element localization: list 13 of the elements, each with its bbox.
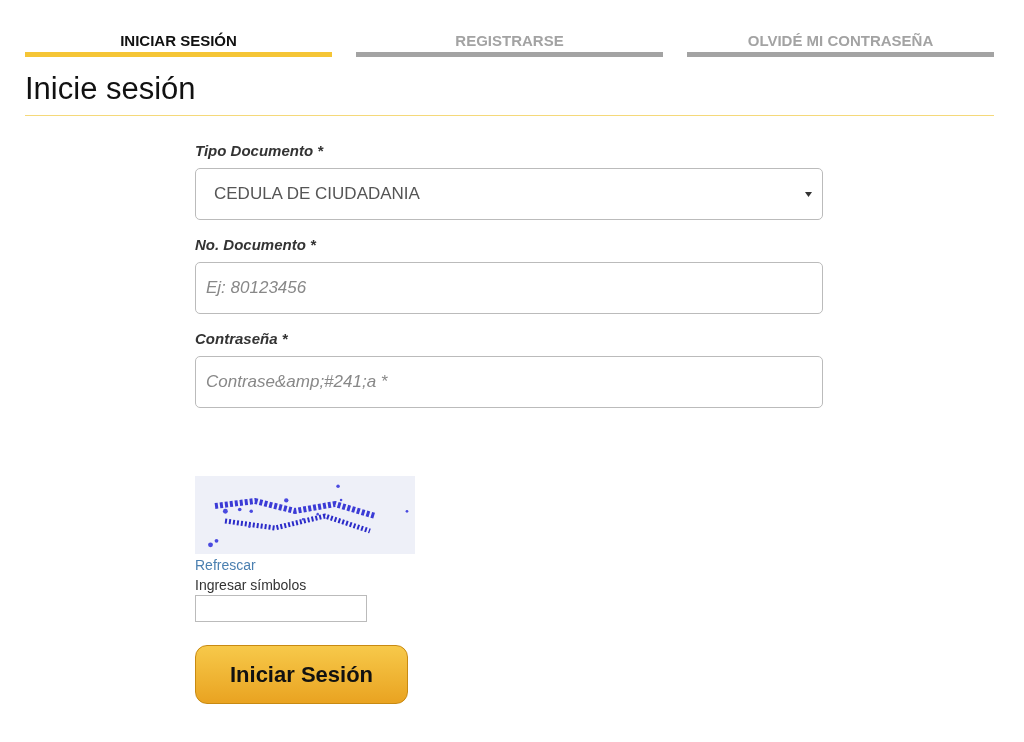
- field-label: Tipo Documento *: [195, 142, 324, 159]
- field-label: Ingresar símbolos: [195, 577, 307, 593]
- refresh-link[interactable]: Refrescar: [195, 557, 256, 573]
- captcha-input-field[interactable]: [195, 595, 367, 622]
- caret-icon: [805, 191, 812, 197]
- submit-button[interactable]: Iniciar Sesión: [195, 645, 408, 704]
- field-label: Contraseña *: [195, 330, 288, 347]
- field-label: No. Documento *: [195, 236, 316, 253]
- tab[interactable]: INICIAR SESIÓN: [25, 30, 332, 57]
- input-field[interactable]: Contrase&amp;#241;a *: [195, 356, 823, 408]
- page-heading: Inicie sesión: [25, 71, 994, 116]
- select-field[interactable]: CEDULA DE CIUDADANIA: [195, 168, 823, 220]
- input-field[interactable]: Ej: 80123456: [195, 262, 823, 314]
